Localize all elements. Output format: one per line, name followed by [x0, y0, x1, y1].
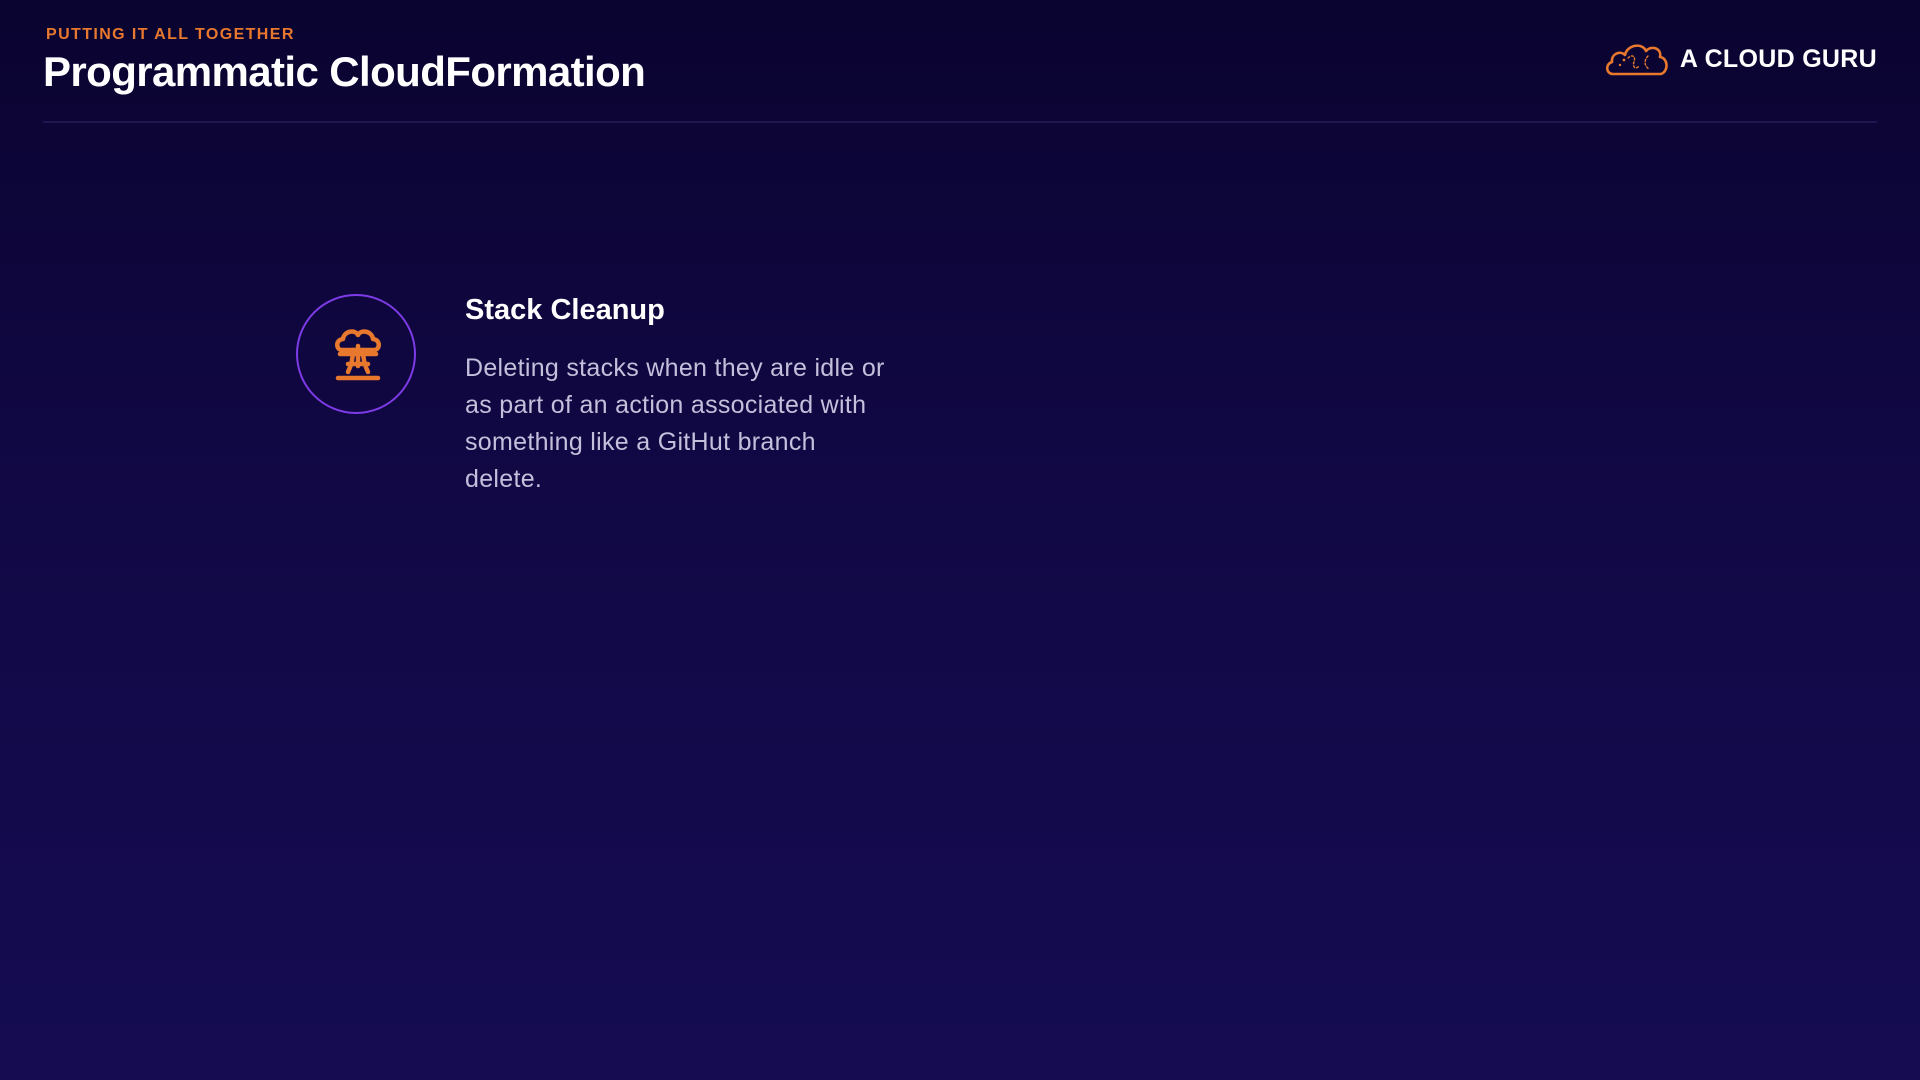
brand-logo: A CLOUD GURU [1604, 36, 1877, 82]
cloud-logo-icon [1604, 36, 1670, 82]
slide-header: PUTTING IT ALL TOGETHER Programmatic Clo… [43, 0, 1877, 123]
slide-title: Programmatic CloudFormation [43, 48, 646, 95]
feature-description: Deleting stacks when they are idle or as… [465, 354, 885, 493]
feature-title: Stack Cleanup [465, 294, 665, 326]
feature-icon-circle [296, 294, 416, 414]
brand-name: A CLOUD GURU [1679, 44, 1877, 73]
mushroom-cloud-icon [335, 329, 381, 381]
section-eyebrow: PUTTING IT ALL TOGETHER [46, 26, 295, 43]
